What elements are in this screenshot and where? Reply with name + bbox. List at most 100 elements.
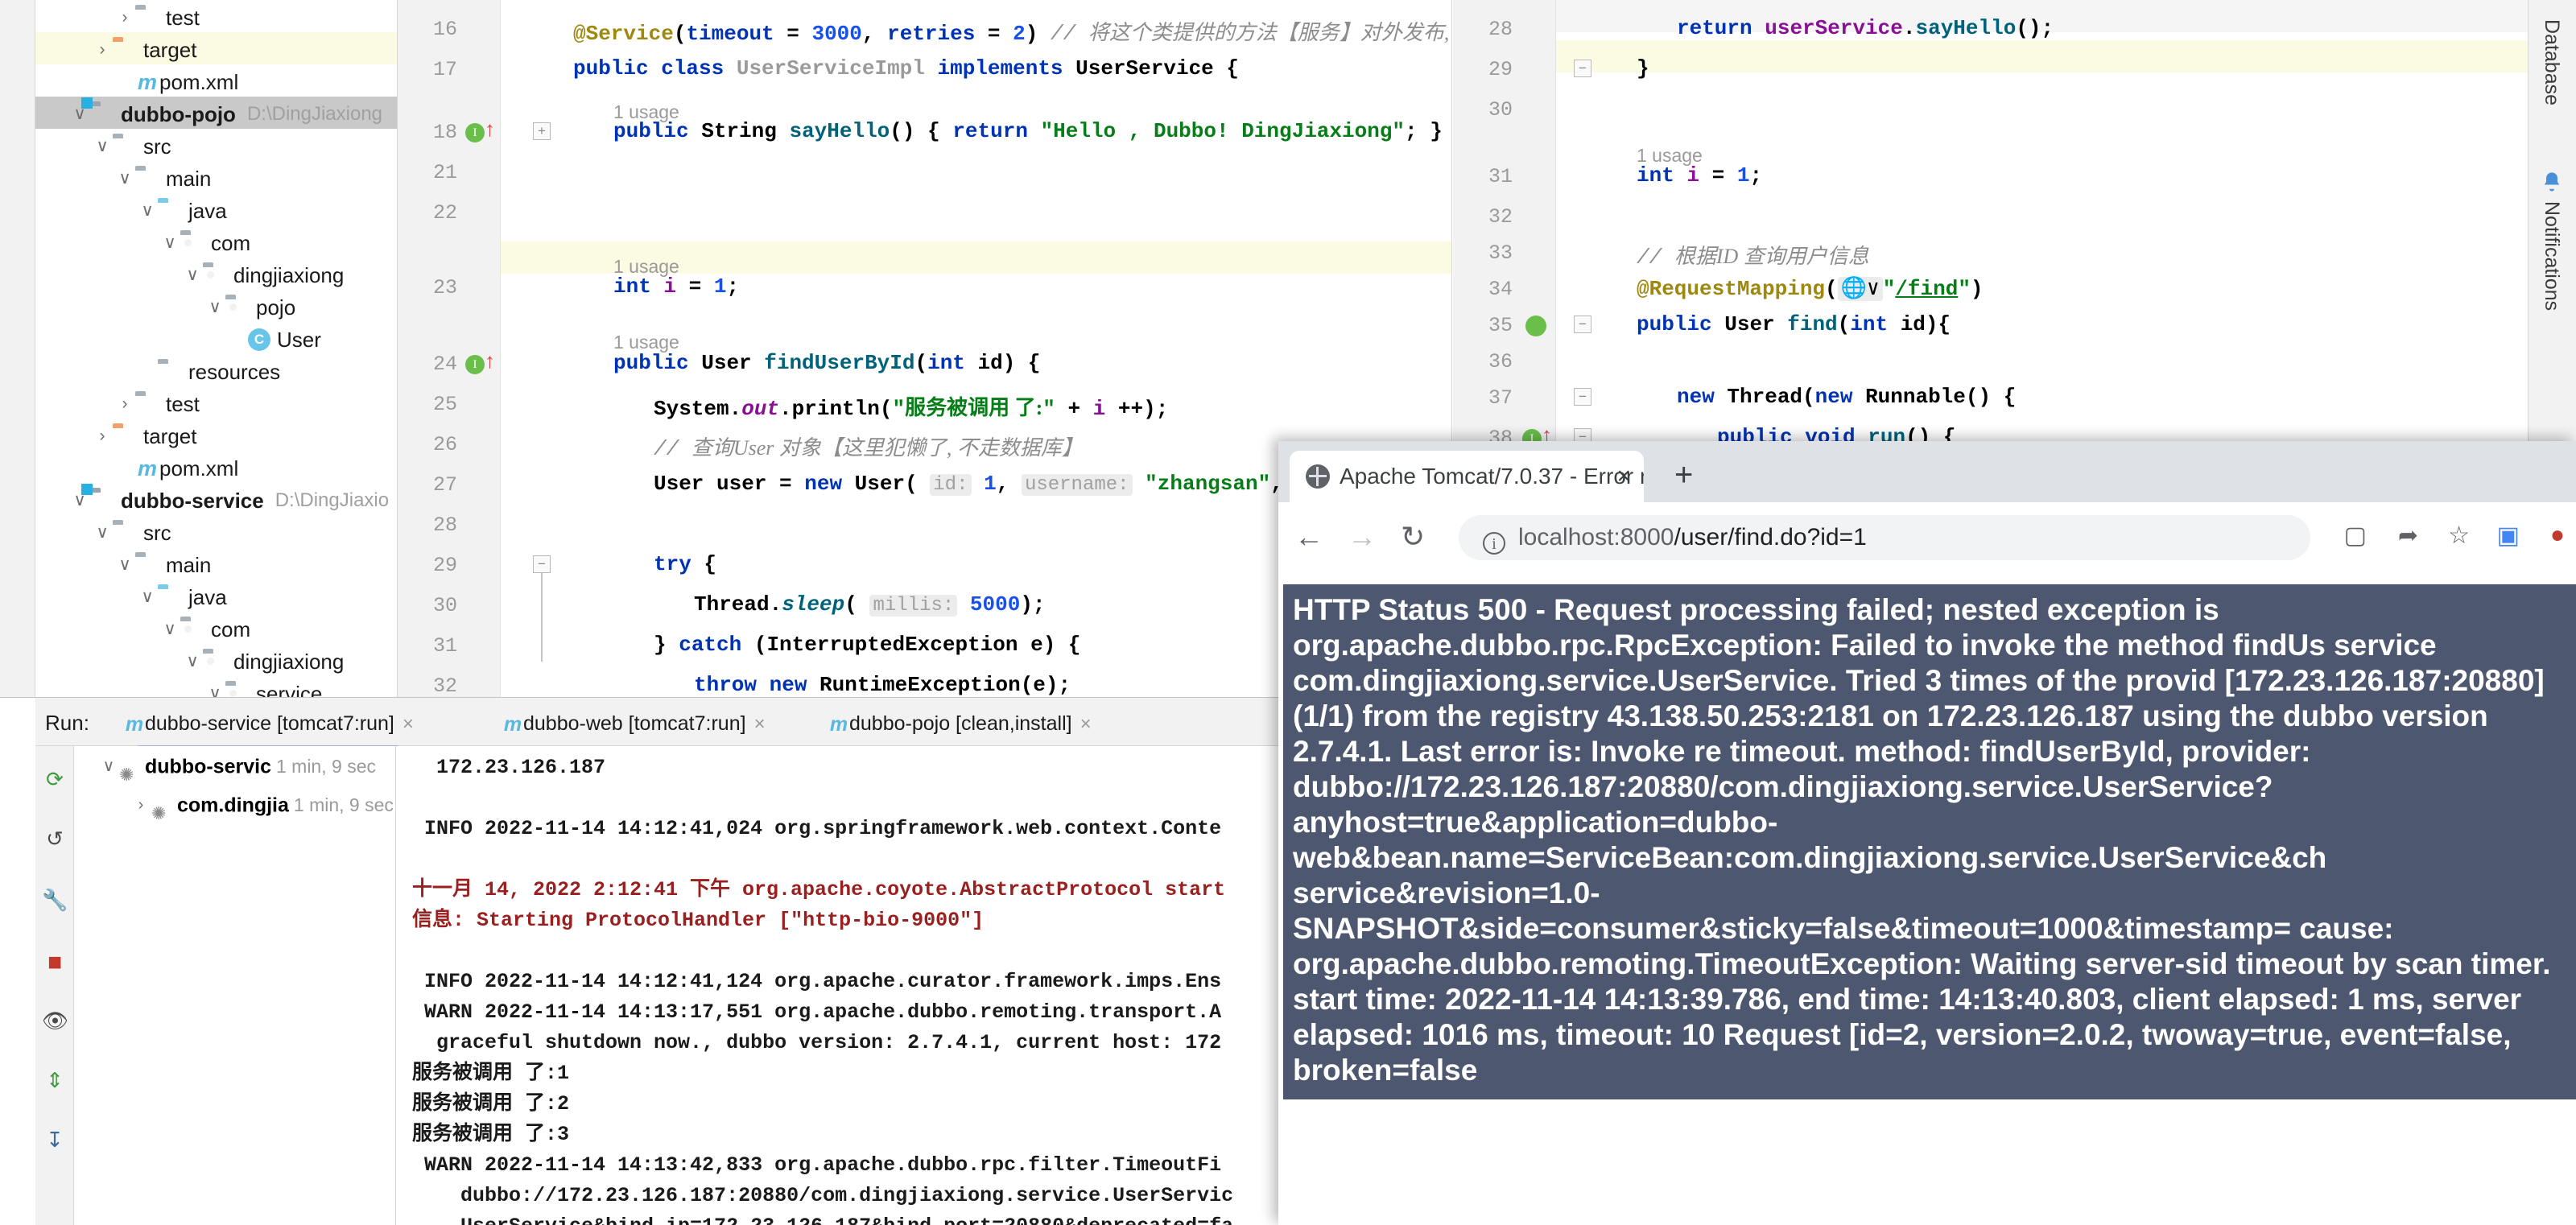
tree-item-src[interactable]: ∨ src [35,129,397,161]
run-tab-dubbo-pojo[interactable]: mdubbo-pojo [clean,install] × [828,706,1092,741]
project-tree-panel[interactable]: › test › target m pom.xml ∨ dubbo-pojo D:\DingJi… [35,0,398,697]
code-line-25: System.out.println("服务被调用 了:" + i ++); [654,396,1169,421]
tree-item-test[interactable]: › test [35,386,397,419]
chevron-right-icon[interactable]: › [114,2,135,34]
browser-tab-bar[interactable]: Apache Tomcat/7.0.37 - Error r × + [1278,441,2576,502]
run-tab-dubbo-web[interactable]: mdubbo-web [tomcat7:run] × [502,706,766,741]
chevron-down-icon[interactable]: ∨ [159,613,180,645]
close-icon[interactable]: × [754,713,766,735]
web-mapping-icon[interactable] [1525,316,1546,341]
chevron-right-icon[interactable]: › [92,34,113,66]
rerun-icon[interactable]: ⟳ [42,767,68,793]
http-error-message: HTTP Status 500 - Request processing fai… [1283,584,2576,1099]
implementing-method-icon-2[interactable]: I ↑ [465,350,495,374]
run-tab-dubbo-service[interactable]: mdubbo-service [tomcat7:run] × [124,706,414,750]
chevron-down-icon[interactable]: ∨ [204,678,225,697]
tree-item-service[interactable]: ∨ service [35,676,397,697]
tree-item-resources[interactable]: resources [35,354,397,386]
chevron-down-icon[interactable]: ∨ [182,645,203,678]
folder-icon [113,136,137,157]
code-line-18: public String sayHello() { return "Hello… [613,119,1443,143]
usage-count-3[interactable]: 1 usage [613,332,679,353]
address-bar[interactable]: i localhost:8000/user/find.do?id=1 [1459,515,2310,560]
tree-item-com[interactable]: ∨ com [35,612,397,644]
share-icon[interactable]: ➦ [2398,522,2418,550]
maven-icon: m [137,70,157,95]
module-icon [90,104,114,125]
tree-item-src[interactable]: ∨ src [35,515,397,547]
rerun-failed-icon[interactable]: ↺ [42,827,68,852]
back-button[interactable]: ← [1294,520,1323,554]
chevron-down-icon[interactable]: ∨ [92,517,113,549]
run-test-tree[interactable]: ∨ ✺ dubbo-servic 1 min, 9 sec › ✺ com.dingjia 1… [74,746,396,1225]
tree-item-target[interactable]: › target [35,32,397,64]
browser-tab[interactable]: Apache Tomcat/7.0.37 - Error r × [1290,451,1644,502]
chevron-down-icon[interactable]: ∨ [98,747,119,786]
tree-item-label: pom.xml [159,456,239,481]
tree-item-dubbo-pojo[interactable]: ∨ dubbo-pojo D:\DingJiaxiong [35,97,397,129]
browser-toolbar[interactable]: ← → ↻ i localhost:8000/user/find.do?id=1 … [1278,502,2576,571]
forward-button[interactable]: → [1348,520,1377,554]
bell-icon [2541,171,2563,193]
tree-item-user[interactable]: C User [35,322,397,354]
export-icon[interactable]: ↧ [42,1128,68,1153]
new-tab-button[interactable]: + [1674,457,1693,493]
code-line-32: throw new RuntimeException(e); [694,673,1071,697]
close-icon[interactable]: × [402,713,414,735]
fold-collapse-icon-r1[interactable]: − [1574,60,1591,77]
tree-item-dubbo-service[interactable]: ∨ dubbo-service D:\DingJiaxio [35,483,397,515]
chevron-down-icon[interactable]: ∨ [114,549,135,581]
package-icon [180,619,204,640]
browser-window[interactable]: Apache Tomcat/7.0.37 - Error r × + ← → ↻… [1278,441,2576,1225]
close-icon[interactable]: × [1080,713,1092,735]
line-number: 21 [432,161,457,184]
rail-item-database[interactable]: Database [2540,19,2563,105]
implementing-method-icon[interactable]: I ↑ [465,118,495,142]
chevron-right-icon[interactable]: › [114,388,135,420]
tree-item-target[interactable]: › target [35,419,397,451]
rail-item-notifications[interactable]: Notifications [2540,201,2563,311]
chevron-down-icon[interactable]: ∨ [137,581,158,613]
run-tree-item[interactable]: › ✺ com.dingjia 1 min, 9 sec [74,785,395,823]
close-icon[interactable]: × [1616,451,1631,502]
fold-collapse-icon-r2[interactable]: − [1574,316,1591,333]
tree-item-test[interactable]: › test [35,0,397,32]
code-line-35r: public User find(int id){ [1637,312,1951,336]
chevron-down-icon[interactable]: ∨ [182,259,203,291]
fold-expand-icon[interactable]: + [533,122,551,140]
reload-button[interactable]: ↻ [1401,520,1425,554]
tree-item-main[interactable]: ∨ main [35,547,397,580]
tree-item-dingjiaxiong[interactable]: ∨ dingjiaxiong [35,644,397,676]
tree-item-java[interactable]: ∨ java [35,193,397,225]
chevron-right-icon[interactable]: › [130,786,151,824]
fold-collapse-icon[interactable]: − [533,555,551,573]
translate-icon[interactable]: ▢ [2344,522,2367,550]
chevron-down-icon[interactable]: ∨ [92,130,113,163]
editor-gutter-left[interactable]: 16 17 18 I ↑ 21 22 23 24 I ↑ 25 26 27 28 2… [398,0,501,697]
chevron-right-icon[interactable]: › [92,420,113,452]
star-icon[interactable]: ☆ [2448,522,2470,550]
tree-item-main[interactable]: ∨ main [35,161,397,193]
profile-icon[interactable]: ● [2550,522,2565,549]
tree-item-java[interactable]: ∨ java [35,580,397,612]
run-tree-duration: 1 min, 9 sec [293,794,394,816]
run-side-toolbar[interactable]: ⟳ ↺ 🔧 ■ 👁 ⇕ ↧ [35,746,74,1225]
chevron-down-icon[interactable]: ∨ [159,227,180,259]
fold-collapse-icon-r3[interactable]: − [1574,388,1591,406]
tree-item-pom-xml[interactable]: m pom.xml [35,451,397,483]
tree-item-com[interactable]: ∨ com [35,225,397,258]
folder-icon [135,555,159,575]
chevron-down-icon[interactable]: ∨ [114,163,135,195]
wrench-icon[interactable]: 🔧 [42,888,68,914]
tree-item-dingjiaxiong[interactable]: ∨ dingjiaxiong [35,258,397,290]
site-info-icon[interactable]: i [1483,532,1505,555]
run-tree-item[interactable]: ∨ ✺ dubbo-servic 1 min, 9 sec [74,746,395,785]
chevron-down-icon[interactable]: ∨ [204,291,225,324]
tree-item-pojo[interactable]: ∨ pojo [35,290,397,322]
chevron-down-icon[interactable]: ∨ [137,195,158,227]
tree-item-pom-xml[interactable]: m pom.xml [35,64,397,97]
filter-icon[interactable]: ⇕ [42,1068,68,1094]
translate2-icon[interactable]: ▣ [2497,522,2520,550]
eye-icon[interactable]: 👁 [42,1008,68,1034]
stop-icon[interactable]: ■ [42,949,68,975]
